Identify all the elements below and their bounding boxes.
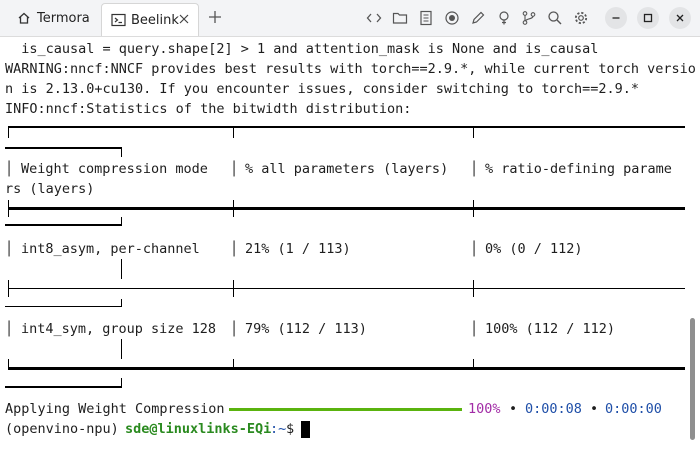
progress-percent: 100%	[468, 401, 501, 417]
table-cell: 100% (112 / 112)	[485, 321, 616, 337]
close-tab-icon[interactable]	[177, 12, 191, 26]
table-rule	[5, 147, 121, 149]
table-rule	[121, 147, 122, 157]
output-line: n is 2.13.0+cu130. If you encounter issu…	[5, 81, 639, 97]
table-header-mode: Weight compression mode	[21, 161, 208, 177]
table-rule	[5, 224, 121, 226]
separator-bullet: •	[590, 401, 599, 417]
table-header-all: % all parameters (layers)	[245, 161, 449, 177]
table-rule	[121, 339, 122, 359]
terminal-icon	[110, 12, 126, 28]
table-rule	[8, 288, 685, 289]
table-rule	[8, 359, 9, 370]
table-rule	[5, 306, 121, 307]
table-rule	[8, 126, 9, 138]
bulb-icon[interactable]	[495, 9, 513, 27]
table-rule	[5, 386, 121, 388]
table-rule	[121, 259, 122, 279]
search-icon[interactable]	[546, 9, 564, 27]
table-border: │	[230, 321, 239, 337]
table-header-ratio: % ratio-defining parame	[485, 161, 672, 177]
terminal-view[interactable]: is_causal = query.shape[2] > 1 and atten…	[0, 37, 696, 450]
output-line: INFO:nncf:Statistics of the bitwidth dis…	[5, 101, 412, 117]
record-icon[interactable]	[443, 9, 461, 27]
table-cell: int8_asym, per-channel	[21, 241, 200, 257]
tab-label: Beelink	[131, 12, 179, 28]
prompt-path: :~	[270, 421, 287, 437]
table-rule	[8, 200, 9, 217]
table-cell: int4_sym, group size 128	[21, 321, 217, 337]
close-icon[interactable]	[669, 7, 691, 29]
tab-beelink[interactable]: Beelink	[101, 3, 199, 36]
home-icon	[16, 10, 32, 26]
table-rule	[473, 126, 474, 138]
table-rule	[8, 126, 685, 128]
branch-icon[interactable]	[520, 9, 538, 27]
prompt-symbol: $	[286, 421, 295, 437]
table-rule	[233, 126, 234, 138]
table-rule	[233, 200, 234, 217]
code-icon[interactable]	[365, 9, 383, 27]
table-rule	[8, 207, 685, 210]
pen-icon[interactable]	[469, 9, 487, 27]
separator-bullet: •	[509, 401, 518, 417]
table-border: │	[230, 161, 239, 177]
progress-bar	[229, 408, 462, 411]
minimize-icon[interactable]	[605, 7, 627, 29]
table-border: │	[470, 161, 479, 177]
add-tab-icon[interactable]	[207, 9, 223, 25]
progress-label: Applying Weight Compression	[5, 401, 225, 417]
table-rule	[121, 299, 122, 307]
gear-icon[interactable]	[572, 9, 590, 27]
remaining-time: 0:00:00	[605, 401, 662, 417]
prompt-env: (openvino-npu)	[5, 421, 119, 437]
table-border: │	[470, 241, 479, 257]
table-rule	[473, 280, 474, 297]
table-rule	[8, 367, 685, 370]
tab-label: Termora	[37, 10, 90, 26]
maximize-icon[interactable]	[637, 7, 659, 29]
tab-termora[interactable]: Termora	[6, 3, 96, 33]
table-rule	[233, 359, 234, 370]
title-bar: Termora Beelink	[0, 0, 700, 37]
output-line: WARNING:nncf:NNCF provides best results …	[5, 61, 696, 77]
document-icon[interactable]	[417, 9, 435, 27]
table-cell: 21% (1 / 113)	[245, 241, 351, 257]
table-rule	[8, 280, 9, 297]
table-border: │	[5, 241, 14, 257]
table-border: │	[5, 321, 14, 337]
table-border: │	[230, 241, 239, 257]
table-rule	[473, 359, 474, 370]
table-cell: 79% (112 / 113)	[245, 321, 367, 337]
folder-icon[interactable]	[391, 9, 409, 27]
table-header-wrap: rs (layers)	[5, 181, 95, 197]
table-rule	[121, 378, 122, 388]
table-rule	[121, 217, 122, 226]
output-line: is_causal = query.shape[2] > 1 and atten…	[5, 41, 599, 57]
table-border: │	[470, 321, 479, 337]
table-rule	[233, 280, 234, 297]
text-cursor	[301, 421, 310, 438]
table-rule	[473, 200, 474, 217]
table-cell: 0% (0 / 112)	[485, 241, 583, 257]
prompt-user-host: sde@linuxlinks-EQi	[125, 421, 272, 437]
elapsed-time: 0:00:08	[525, 401, 582, 417]
scrollbar-thumb[interactable]	[690, 318, 695, 440]
table-border: │	[5, 161, 14, 177]
